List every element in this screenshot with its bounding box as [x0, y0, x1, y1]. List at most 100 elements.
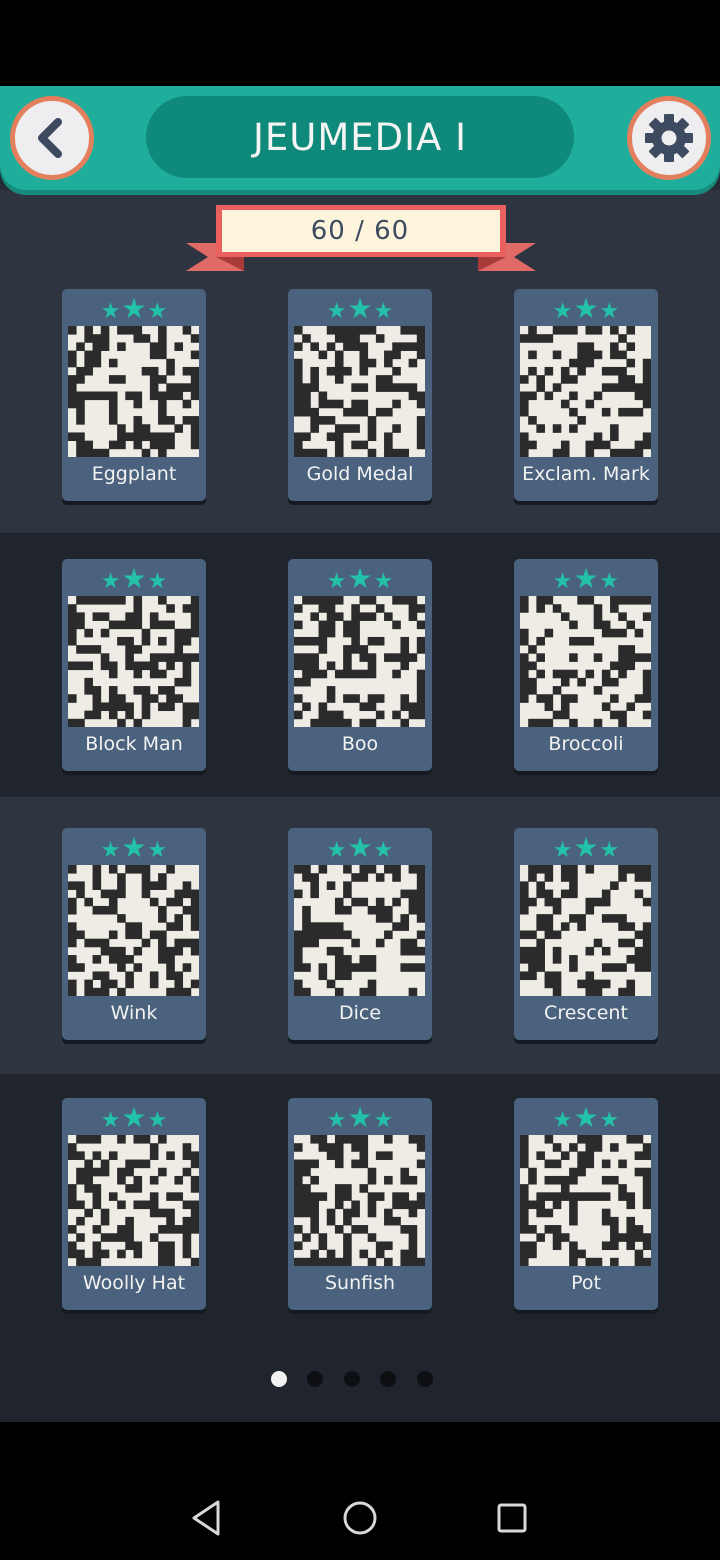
pixel-art-thumbnail [68, 326, 200, 458]
star-icon: ★ [552, 838, 573, 863]
star-rating: ★ ★ ★ [514, 1104, 658, 1132]
star-icon: ★ [599, 569, 620, 594]
level-card[interactable]: ★ ★ ★ Wink [62, 828, 206, 1040]
level-name: Wink [110, 1002, 158, 1024]
star-icon: ★ [326, 1108, 347, 1133]
level-name: Exclam. Mark [522, 463, 650, 485]
star-icon: ★ [373, 1108, 394, 1133]
star-icon: ★ [121, 1101, 147, 1134]
pixel-art-thumbnail [68, 1135, 200, 1267]
progress-counter: 60 / 60 [310, 216, 410, 246]
back-button[interactable] [10, 96, 94, 180]
level-card[interactable]: ★ ★ ★ Crescent [514, 828, 658, 1040]
level-name: Crescent [544, 1002, 628, 1024]
star-icon: ★ [147, 569, 168, 594]
page-dot[interactable] [417, 1371, 433, 1387]
level-name: Gold Medal [306, 463, 414, 485]
level-card[interactable]: ★ ★ ★ Block Man [62, 559, 206, 771]
status-bar [0, 0, 720, 86]
star-icon: ★ [599, 1108, 620, 1133]
star-icon: ★ [347, 831, 373, 864]
level-card[interactable]: ★ ★ ★ Sunfish [288, 1098, 432, 1310]
level-card[interactable]: ★ ★ ★ Exclam. Mark [514, 289, 658, 501]
star-icon: ★ [347, 1101, 373, 1134]
star-icon: ★ [373, 299, 394, 324]
pixel-art-thumbnail [294, 865, 426, 997]
star-icon: ★ [326, 299, 347, 324]
star-rating: ★ ★ ★ [62, 834, 206, 862]
level-card[interactable]: ★ ★ ★ Gold Medal [288, 289, 432, 501]
level-card[interactable]: ★ ★ ★ Broccoli [514, 559, 658, 771]
star-icon: ★ [373, 838, 394, 863]
level-card[interactable]: ★ ★ ★ Woolly Hat [62, 1098, 206, 1310]
star-icon: ★ [552, 1108, 573, 1133]
star-rating: ★ ★ ★ [288, 295, 432, 323]
chevron-left-icon [38, 118, 62, 158]
star-icon: ★ [326, 838, 347, 863]
page-title: JEUMEDIA I [252, 115, 468, 159]
star-rating: ★ ★ ★ [288, 565, 432, 593]
star-icon: ★ [373, 569, 394, 594]
pixel-art-thumbnail [68, 865, 200, 997]
page-dot[interactable] [271, 1371, 287, 1387]
pixel-art-thumbnail [520, 596, 652, 728]
star-icon: ★ [552, 299, 573, 324]
pixel-art-thumbnail [68, 596, 200, 728]
star-icon: ★ [100, 1108, 121, 1133]
level-name: Block Man [85, 733, 183, 755]
star-icon: ★ [100, 299, 121, 324]
level-name: Boo [341, 733, 379, 755]
star-icon: ★ [552, 569, 573, 594]
pixel-art-thumbnail [294, 326, 426, 458]
star-rating: ★ ★ ★ [62, 1104, 206, 1132]
star-icon: ★ [573, 831, 599, 864]
level-name: Broccoli [548, 733, 624, 755]
settings-button[interactable] [627, 96, 711, 180]
level-card[interactable]: ★ ★ ★ Boo [288, 559, 432, 771]
page-dot[interactable] [307, 1371, 323, 1387]
triangle-back-icon[interactable] [186, 1496, 230, 1540]
pixel-art-thumbnail [294, 596, 426, 728]
pixel-art-thumbnail [520, 1135, 652, 1267]
title-pill: JEUMEDIA I [146, 96, 574, 178]
star-rating: ★ ★ ★ [62, 295, 206, 323]
star-rating: ★ ★ ★ [288, 1104, 432, 1132]
star-icon: ★ [599, 299, 620, 324]
page-dot[interactable] [344, 1371, 360, 1387]
star-icon: ★ [100, 838, 121, 863]
level-name: Dice [338, 1002, 382, 1024]
circle-home-icon[interactable] [338, 1496, 382, 1540]
star-icon: ★ [121, 831, 147, 864]
level-card[interactable]: ★ ★ ★ Dice [288, 828, 432, 1040]
gear-icon [645, 114, 693, 162]
star-rating: ★ ★ ★ [514, 834, 658, 862]
star-icon: ★ [573, 1101, 599, 1134]
pixel-art-thumbnail [294, 1135, 426, 1267]
star-icon: ★ [147, 1108, 168, 1133]
pixel-art-thumbnail [520, 326, 652, 458]
star-icon: ★ [573, 292, 599, 325]
star-icon: ★ [347, 292, 373, 325]
star-rating: ★ ★ ★ [514, 295, 658, 323]
star-icon: ★ [121, 292, 147, 325]
level-name: Pot [571, 1272, 601, 1294]
page-indicator [0, 1369, 720, 1389]
star-rating: ★ ★ ★ [62, 565, 206, 593]
star-icon: ★ [347, 562, 373, 595]
level-name: Eggplant [91, 463, 177, 485]
level-name: Sunfish [324, 1272, 396, 1294]
star-icon: ★ [147, 838, 168, 863]
star-icon: ★ [100, 569, 121, 594]
star-rating: ★ ★ ★ [288, 834, 432, 862]
star-icon: ★ [326, 569, 347, 594]
pixel-art-thumbnail [520, 865, 652, 997]
star-icon: ★ [147, 299, 168, 324]
star-rating: ★ ★ ★ [514, 565, 658, 593]
star-icon: ★ [599, 838, 620, 863]
level-name: Woolly Hat [82, 1272, 186, 1294]
level-card[interactable]: ★ ★ ★ Pot [514, 1098, 658, 1310]
level-card[interactable]: ★ ★ ★ Eggplant [62, 289, 206, 501]
star-icon: ★ [121, 562, 147, 595]
page-dot[interactable] [380, 1371, 396, 1387]
square-recents-icon[interactable] [490, 1496, 534, 1540]
